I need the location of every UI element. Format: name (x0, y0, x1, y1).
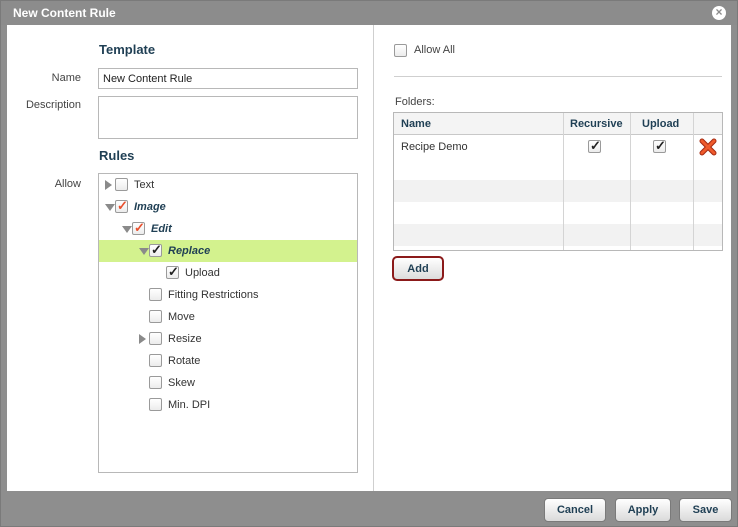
tree-item-checkbox[interactable]: ✓ (115, 198, 128, 213)
expand-arrow-down-icon[interactable] (105, 204, 115, 211)
tree-item-label: Upload (185, 267, 220, 279)
tree-item[interactable]: Fitting Restrictions (99, 284, 357, 306)
tree-item-checkbox[interactable] (149, 398, 162, 411)
folder-name-cell: Recipe Demo (401, 141, 468, 153)
column-header-upload[interactable]: Upload (642, 118, 679, 130)
tree-item-checkbox[interactable] (149, 310, 162, 323)
upload-checkbox[interactable]: ✓ (653, 138, 666, 153)
table-row-empty (394, 224, 722, 246)
name-label: Name (51, 72, 81, 84)
rules-tree[interactable]: Text ✓ Image ✓ Edit ✓ Replace ✓ Upload Fitting Re… (98, 173, 358, 473)
tree-item[interactable]: Text (99, 174, 357, 196)
description-label: Description (25, 99, 81, 111)
tree-item-label: Text (134, 179, 155, 191)
tree-item[interactable]: ✓ Image (99, 196, 357, 218)
allow-all-label: Allow All (414, 44, 455, 56)
tree-item-label: Edit (151, 223, 172, 235)
tree-item[interactable]: Rotate (99, 350, 357, 372)
apply-button[interactable]: Apply (615, 498, 671, 522)
horizontal-divider (394, 76, 722, 77)
column-header-recursive[interactable]: Recursive (570, 118, 623, 130)
name-input[interactable] (98, 68, 358, 89)
column-header-name[interactable]: Name (401, 118, 431, 130)
tree-item-checkbox[interactable] (149, 376, 162, 389)
tree-item[interactable]: ✓ Replace (99, 240, 357, 262)
tree-item[interactable]: Move (99, 306, 357, 328)
rules-section-title: Rules (99, 148, 135, 163)
tree-item-checkbox[interactable]: ✓ (166, 264, 179, 279)
red-x-delete-icon[interactable] (699, 138, 717, 156)
column-separator (563, 113, 564, 250)
expand-arrow-down-icon[interactable] (139, 248, 149, 255)
column-separator (630, 113, 631, 250)
check-icon: ✓ (168, 264, 179, 279)
cancel-button[interactable]: Cancel (544, 498, 606, 522)
tree-item-label: Fitting Restrictions (168, 289, 259, 301)
column-divider (373, 25, 374, 491)
table-row-empty (394, 158, 722, 180)
expand-arrow-down-icon[interactable] (122, 226, 132, 233)
tree-item[interactable]: Min. DPI (99, 394, 357, 416)
check-icon: ✓ (655, 138, 666, 153)
check-icon: ✓ (117, 198, 128, 213)
tree-item-checkbox[interactable] (149, 354, 162, 367)
check-icon: ✓ (590, 138, 601, 153)
folders-label: Folders: (395, 96, 435, 108)
tree-item-checkbox[interactable]: ✓ (132, 220, 145, 235)
tree-item[interactable]: ✓ Upload (99, 262, 357, 284)
new-content-rule-dialog: New Content Rule × Template Name Descrip… (0, 0, 738, 527)
table-row-empty (394, 180, 722, 202)
allow-all-checkbox[interactable] (394, 44, 407, 57)
tree-item-label: Image (134, 201, 166, 213)
description-input[interactable] (98, 96, 358, 139)
add-folder-button[interactable]: Add (392, 256, 444, 281)
tree-item-checkbox[interactable] (115, 178, 128, 191)
tree-item[interactable]: Skew (99, 372, 357, 394)
dialog-title: New Content Rule (13, 6, 116, 20)
folders-table: Name Recursive Upload Recipe Demo ✓ ✓ (393, 112, 723, 251)
tree-item-checkbox[interactable] (149, 332, 162, 345)
column-separator (693, 113, 694, 250)
table-row-empty (394, 202, 722, 224)
tree-item-label: Replace (168, 245, 211, 257)
tree-item-checkbox[interactable] (149, 288, 162, 301)
template-section-title: Template (99, 42, 156, 57)
allow-label: Allow (54, 178, 81, 190)
expand-arrow-right-icon[interactable] (105, 180, 112, 190)
save-button[interactable]: Save (679, 498, 732, 522)
tree-item-label: Resize (168, 333, 202, 345)
table-row[interactable]: Recipe Demo ✓ ✓ (394, 136, 722, 158)
check-icon: ✓ (151, 242, 162, 257)
tree-item[interactable]: Resize (99, 328, 357, 350)
tree-item-checkbox[interactable]: ✓ (149, 242, 162, 257)
dialog-content: Template Name Description Rules Allow Te… (7, 25, 731, 491)
recursive-checkbox[interactable]: ✓ (588, 138, 601, 153)
check-icon: ✓ (134, 220, 145, 235)
tree-item-label: Skew (168, 377, 195, 389)
tree-item-label: Move (168, 311, 195, 323)
tree-item-label: Min. DPI (168, 399, 211, 411)
tree-item-label: Rotate (168, 355, 201, 367)
tree-item[interactable]: ✓ Edit (99, 218, 357, 240)
folders-table-header: Name Recursive Upload (394, 113, 722, 135)
close-icon[interactable]: × (712, 6, 726, 20)
dialog-titlebar[interactable]: New Content Rule × (1, 1, 737, 25)
expand-arrow-right-icon[interactable] (139, 334, 146, 344)
